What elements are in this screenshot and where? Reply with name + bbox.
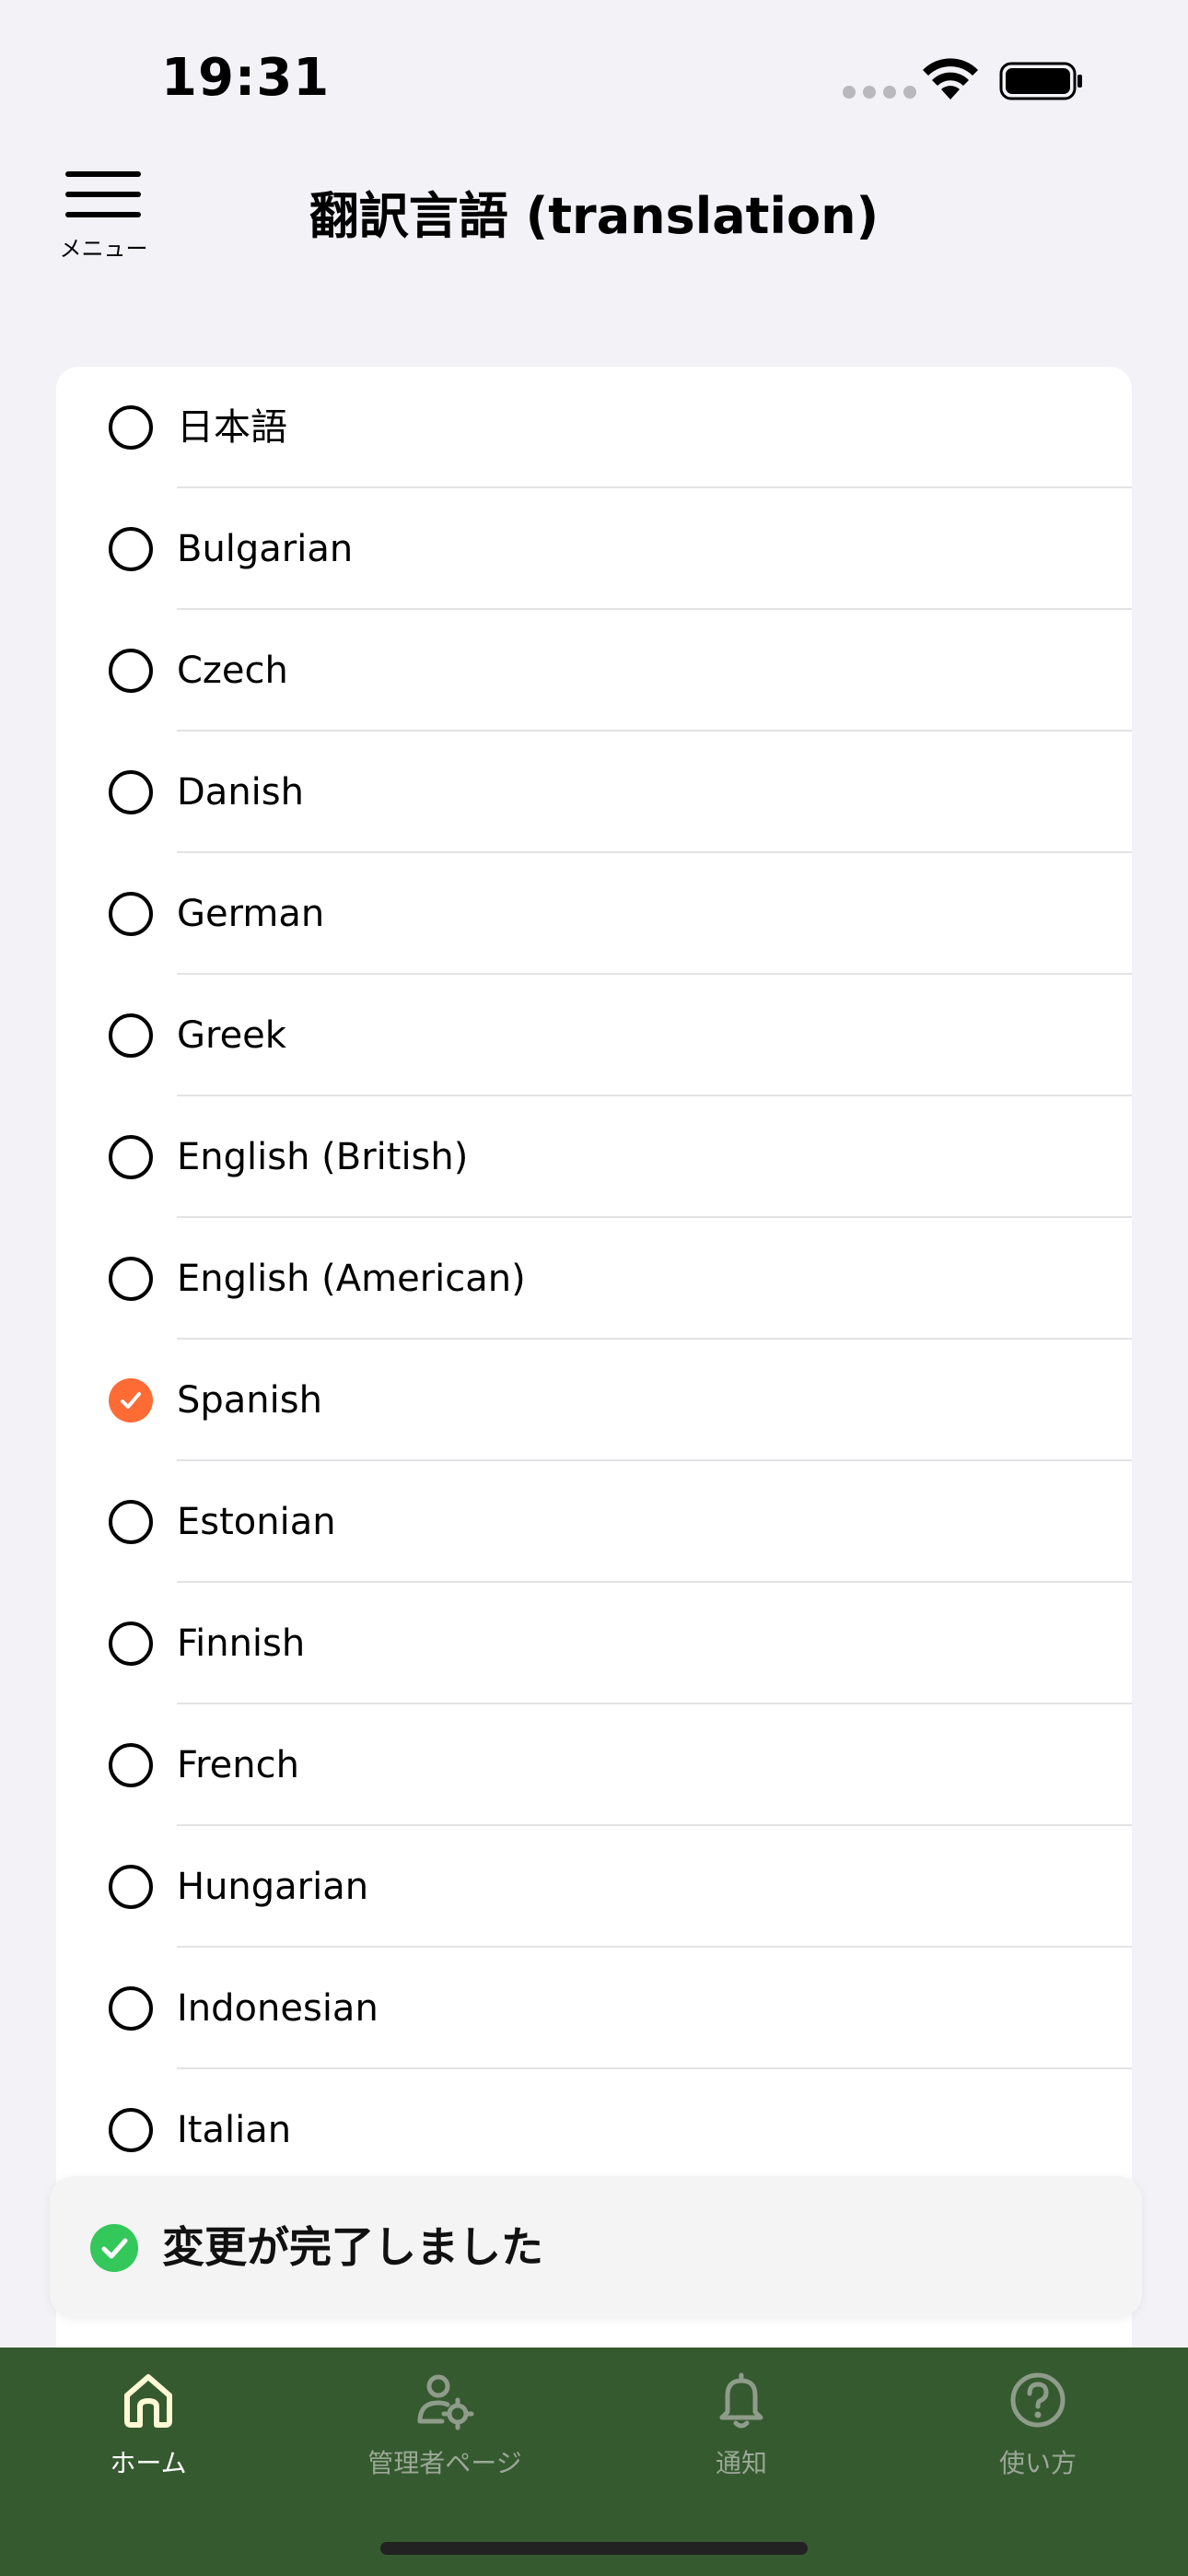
help-circle-icon: [1010, 2372, 1066, 2428]
status-time: 19:31: [161, 48, 331, 108]
radio-unchecked-icon[interactable]: [109, 527, 153, 571]
language-option-label: Danish: [177, 771, 304, 814]
wifi-icon: [923, 58, 978, 100]
language-option-label: Czech: [177, 650, 288, 692]
language-option-label: English (British): [177, 1136, 469, 1178]
bell-icon: [719, 2372, 763, 2429]
radio-unchecked-icon[interactable]: [109, 1257, 153, 1301]
language-option-label: Hungarian: [177, 1866, 369, 1908]
language-option[interactable]: Spanish: [56, 1340, 1132, 1461]
language-option[interactable]: 日本語: [56, 367, 1132, 488]
language-option[interactable]: Danish: [56, 732, 1132, 853]
language-option[interactable]: Indonesian: [56, 1948, 1132, 2069]
radio-unchecked-icon[interactable]: [109, 770, 153, 814]
page-title: 翻訳言語 (translation): [309, 187, 879, 245]
tab-notifications[interactable]: 通知: [593, 2348, 890, 2513]
tab-admin-label: 管理者ページ: [367, 2448, 522, 2478]
language-option-label: Finnish: [177, 1622, 306, 1665]
tab-notifications-label: 通知: [715, 2448, 767, 2478]
success-toast: 変更が完了しました: [50, 2176, 1142, 2318]
radio-unchecked-icon[interactable]: [109, 1986, 153, 2031]
radio-unchecked-icon[interactable]: [109, 2108, 153, 2152]
tab-home-label: ホーム: [110, 2448, 187, 2478]
language-option-label: Italian: [177, 2109, 292, 2151]
language-option-label: Indonesian: [177, 1987, 379, 2030]
language-option[interactable]: Czech: [56, 610, 1132, 732]
language-option-label: Bulgarian: [177, 528, 354, 570]
battery-icon: [999, 62, 1082, 100]
radio-checked-icon[interactable]: [109, 1378, 153, 1423]
language-option-label: English (American): [177, 1258, 526, 1300]
language-option[interactable]: German: [56, 853, 1132, 975]
cellular-signal-icon: [843, 86, 916, 99]
language-option-label: Estonian: [177, 1501, 336, 1543]
language-option[interactable]: Finnish: [56, 1583, 1132, 1704]
language-option[interactable]: French: [56, 1704, 1132, 1826]
radio-unchecked-icon[interactable]: [109, 1013, 153, 1058]
language-option[interactable]: English (British): [56, 1096, 1132, 1218]
language-option[interactable]: English (American): [56, 1218, 1132, 1340]
radio-unchecked-icon[interactable]: [109, 892, 153, 936]
radio-unchecked-icon[interactable]: [109, 1622, 153, 1666]
check-circle-icon: [90, 2224, 138, 2272]
radio-unchecked-icon[interactable]: [109, 405, 153, 450]
tab-home[interactable]: ホーム: [0, 2348, 297, 2513]
language-option-label: Greek: [177, 1014, 286, 1057]
language-option[interactable]: Greek: [56, 975, 1132, 1096]
home-indicator: [380, 2542, 808, 2555]
language-option-label: Spanish: [177, 1379, 322, 1422]
language-option[interactable]: Bulgarian: [56, 488, 1132, 610]
admin-gear-user-icon: [417, 2374, 474, 2430]
tab-admin[interactable]: 管理者ページ: [297, 2348, 593, 2513]
status-bar: 19:31: [0, 0, 1188, 157]
radio-unchecked-icon[interactable]: [109, 1135, 153, 1179]
radio-unchecked-icon[interactable]: [109, 1743, 153, 1787]
screen: 19:31 メニュー 翻訳言語 (translation) 日本語 Bulgari…: [0, 0, 1188, 2576]
home-icon: [124, 2374, 172, 2428]
language-option-label: 日本語: [177, 406, 287, 449]
radio-unchecked-icon[interactable]: [109, 1500, 153, 1544]
radio-unchecked-icon[interactable]: [109, 649, 153, 693]
toast-message: 変更が完了しました: [162, 2222, 543, 2272]
tab-help-label: 使い方: [998, 2448, 1077, 2478]
radio-unchecked-icon[interactable]: [109, 1865, 153, 1909]
language-option-label: German: [177, 893, 325, 935]
language-option[interactable]: Hungarian: [56, 1826, 1132, 1948]
language-option[interactable]: Italian: [56, 2069, 1132, 2191]
language-option[interactable]: Estonian: [56, 1461, 1132, 1583]
language-option-label: French: [177, 1744, 299, 1786]
tab-help[interactable]: 使い方: [890, 2348, 1186, 2513]
